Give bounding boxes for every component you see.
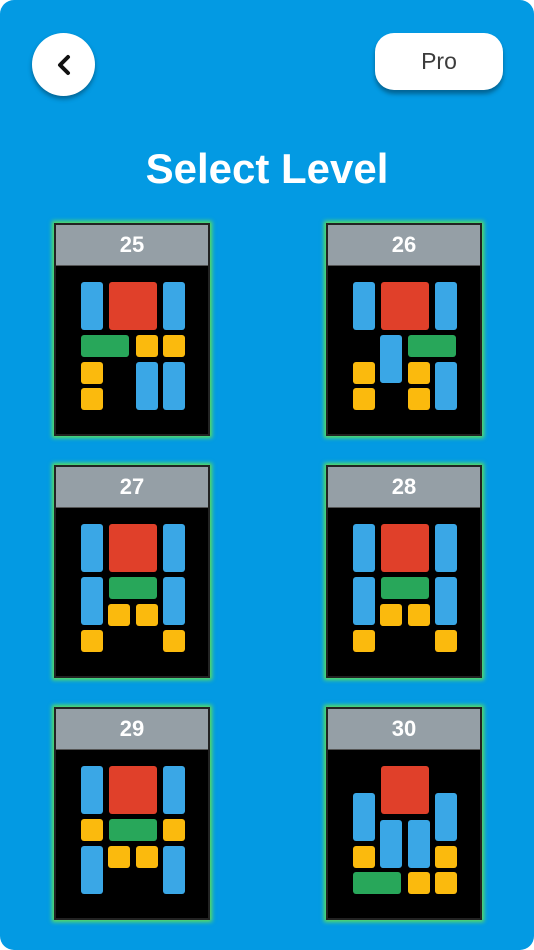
- yellow-tile: [435, 846, 457, 868]
- level-number: 30: [328, 709, 480, 750]
- green-tile: [381, 577, 429, 599]
- yellow-tile: [163, 630, 185, 652]
- level-card-28[interactable]: 28: [326, 465, 482, 678]
- level-select-screen: Pro Select Level 25 26 27 28 29 30: [0, 0, 534, 950]
- pro-button[interactable]: Pro: [375, 33, 503, 90]
- blue-tile: [163, 362, 185, 410]
- blue-tile: [435, 524, 457, 572]
- blue-tile: [136, 362, 158, 410]
- level-card-29[interactable]: 29: [54, 707, 210, 920]
- level-card-30[interactable]: 30: [326, 707, 482, 920]
- blue-tile: [81, 577, 103, 625]
- yellow-tile: [136, 846, 158, 868]
- blue-tile: [408, 820, 430, 868]
- green-tile: [408, 335, 456, 357]
- level-card-27[interactable]: 27: [54, 465, 210, 678]
- blue-tile: [435, 282, 457, 330]
- yellow-tile: [408, 362, 430, 384]
- blue-tile: [435, 577, 457, 625]
- yellow-tile: [81, 362, 103, 384]
- blue-tile: [81, 766, 103, 814]
- yellow-tile: [353, 846, 375, 868]
- level-number: 26: [328, 225, 480, 266]
- yellow-tile: [108, 846, 130, 868]
- blue-tile: [380, 820, 402, 868]
- back-button[interactable]: [32, 33, 95, 96]
- yellow-tile: [81, 388, 103, 410]
- yellow-tile: [353, 362, 375, 384]
- red-tile: [109, 282, 157, 330]
- yellow-tile: [163, 335, 185, 357]
- red-tile: [109, 766, 157, 814]
- yellow-tile: [408, 604, 430, 626]
- level-card-25[interactable]: 25: [54, 223, 210, 436]
- level-card-26[interactable]: 26: [326, 223, 482, 436]
- green-tile: [353, 872, 401, 894]
- red-tile: [381, 282, 429, 330]
- level-number: 28: [328, 467, 480, 508]
- yellow-tile: [380, 604, 402, 626]
- yellow-tile: [81, 819, 103, 841]
- yellow-tile: [163, 819, 185, 841]
- blue-tile: [163, 577, 185, 625]
- blue-tile: [435, 362, 457, 410]
- red-tile: [381, 766, 429, 814]
- blue-tile: [163, 846, 185, 894]
- page-title: Select Level: [145, 145, 389, 192]
- blue-tile: [353, 577, 375, 625]
- blue-tile: [163, 766, 185, 814]
- yellow-tile: [408, 388, 430, 410]
- yellow-tile: [435, 630, 457, 652]
- blue-tile: [353, 793, 375, 841]
- red-tile: [381, 524, 429, 572]
- yellow-tile: [136, 335, 158, 357]
- yellow-tile: [353, 388, 375, 410]
- yellow-tile: [408, 872, 430, 894]
- yellow-tile: [435, 872, 457, 894]
- blue-tile: [353, 524, 375, 572]
- chevron-left-icon: [56, 54, 72, 76]
- blue-tile: [353, 282, 375, 330]
- blue-tile: [163, 282, 185, 330]
- blue-tile: [163, 524, 185, 572]
- yellow-tile: [353, 630, 375, 652]
- level-number: 29: [56, 709, 208, 750]
- red-tile: [109, 524, 157, 572]
- green-tile: [81, 335, 129, 357]
- blue-tile: [435, 793, 457, 841]
- yellow-tile: [81, 630, 103, 652]
- level-number: 27: [56, 467, 208, 508]
- level-number: 25: [56, 225, 208, 266]
- blue-tile: [81, 282, 103, 330]
- yellow-tile: [136, 604, 158, 626]
- blue-tile: [81, 846, 103, 894]
- blue-tile: [380, 335, 402, 383]
- yellow-tile: [108, 604, 130, 626]
- blue-tile: [81, 524, 103, 572]
- green-tile: [109, 577, 157, 599]
- green-tile: [109, 819, 157, 841]
